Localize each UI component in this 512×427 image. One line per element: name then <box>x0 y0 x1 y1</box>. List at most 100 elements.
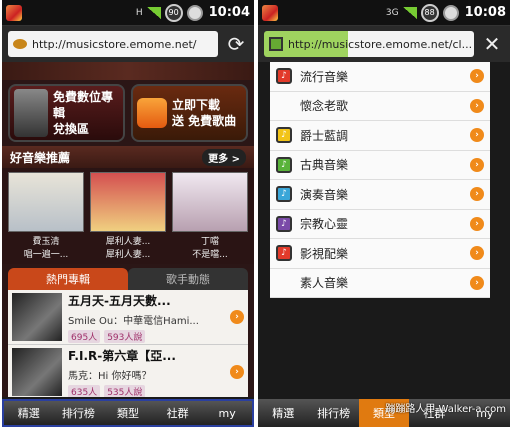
chevron-right-icon[interactable]: › <box>470 216 484 231</box>
genre-music-icon: ♪ <box>276 186 292 203</box>
app-notification-icon <box>6 4 22 21</box>
genre-label: 懷念老歌 <box>300 99 349 114</box>
album-cover <box>8 172 84 232</box>
nav-charts[interactable]: 排行榜 <box>54 405 104 421</box>
genre-item[interactable]: ♪ 古典音樂 › <box>270 151 490 180</box>
recommend-item[interactable]: 犀利人妻... 犀利人妻... <box>90 172 166 260</box>
recommend-desc: 唱一遍一... <box>23 250 69 260</box>
url-bar: http://musicstore.emome.net/cl... ✕ <box>258 26 510 62</box>
tab-artist-news[interactable]: 歌手動態 <box>128 268 248 290</box>
promo-free-album[interactable]: 免費數位專輯 兌換區 <box>8 84 125 142</box>
like-count: 593人說 <box>104 329 146 343</box>
promo-download[interactable]: 立即下載送 免費歌曲 <box>131 84 248 142</box>
genre-label: 演奏音樂 <box>300 187 349 202</box>
signal-icon <box>402 6 417 19</box>
app-notification-icon <box>262 4 278 21</box>
list-item[interactable]: F.I.R-第六章【亞... 馬克：Hi 你好嗎？ 635人 535人說 › <box>8 345 248 397</box>
album-title: 五月天-五月天數... <box>68 293 171 308</box>
genre-item[interactable]: ♪ 流行音樂 › <box>270 62 490 92</box>
genre-list: ♪ 流行音樂 › 懷念老歌 › ♪ 爵士藍調 › ♪ 古典音樂 › ♪ 演奏音樂 › ♪ 宗教心靈 › ♪ 影視配樂… <box>270 62 490 298</box>
refresh-icon[interactable]: ⟳ <box>224 32 248 56</box>
nav-community[interactable]: 社群 <box>153 405 203 421</box>
battery-icon: 90 <box>164 3 183 22</box>
chevron-right-icon[interactable]: › <box>470 246 484 261</box>
album-cover <box>12 293 62 341</box>
album-cover <box>12 348 62 396</box>
alarm-icon <box>442 4 459 21</box>
alarm-icon <box>186 4 203 21</box>
genre-item[interactable]: 素人音樂 › <box>270 269 490 298</box>
more-button[interactable]: 更多 > <box>202 148 246 166</box>
promo-line2: 送 免費歌曲 <box>172 114 237 128</box>
genre-item[interactable]: ♪ 演奏音樂 › <box>270 180 490 210</box>
genre-blank-icon <box>276 98 292 114</box>
right-phone-screen: 3G 88 10:08 http://musicstore.emome.net/… <box>258 0 510 427</box>
chevron-right-icon[interactable]: › <box>470 275 484 290</box>
album-tabs: 熱門專輯 歌手動態 <box>8 268 248 290</box>
clock: 10:08 <box>464 5 506 20</box>
genre-label: 影視配樂 <box>300 246 349 261</box>
nav-featured[interactable]: 精選 <box>258 405 308 421</box>
top-banner <box>2 62 254 80</box>
left-phone-screen: H 90 10:04 http://musicstore.emome.net/ … <box>2 0 254 427</box>
genre-item[interactable]: ♪ 影視配樂 › <box>270 239 490 269</box>
recommend-artist: 犀利人妻... <box>105 237 151 247</box>
chevron-right-icon[interactable]: › <box>470 187 484 202</box>
recommend-desc: 不是噹... <box>192 250 228 260</box>
chevron-right-icon[interactable]: › <box>470 128 484 143</box>
chevron-right-icon[interactable]: › <box>230 365 244 379</box>
recommend-item[interactable]: 費玉清 唱一遍一... <box>8 172 84 260</box>
genre-label: 宗教心靈 <box>300 217 349 232</box>
genre-music-icon: ♪ <box>276 68 292 85</box>
genre-music-icon: ♪ <box>276 215 292 232</box>
album-cover <box>172 172 248 232</box>
nav-charts[interactable]: 排行榜 <box>308 405 358 421</box>
album-title: F.I.R-第六章【亞... <box>68 348 176 363</box>
chevron-right-icon[interactable]: › <box>470 98 484 113</box>
phone-image-icon <box>14 89 48 137</box>
site-favicon-icon <box>269 37 283 51</box>
like-count: 535人說 <box>104 384 146 397</box>
genre-item[interactable]: ♪ 宗教心靈 › <box>270 210 490 239</box>
close-icon[interactable]: ✕ <box>480 32 504 56</box>
tab-hot-albums[interactable]: 熱門專輯 <box>8 268 128 290</box>
address-field[interactable]: http://musicstore.emome.net/ <box>8 31 218 57</box>
url-text: http://musicstore.emome.net/ <box>32 37 197 51</box>
album-list: 五月天-五月天數... Smile Ou：中華電信Hami... 695人 593… <box>8 290 248 397</box>
status-bar: H 90 10:04 <box>2 0 254 26</box>
chevron-right-icon[interactable]: › <box>470 157 484 172</box>
nav-featured[interactable]: 精選 <box>4 405 54 421</box>
web-page: ♪ 流行音樂 › 懷念老歌 › ♪ 爵士藍調 › ♪ 古典音樂 › ♪ 演奏音樂 › ♪ 宗教心靈 › ♪ 影視配樂… <box>258 62 510 399</box>
list-item[interactable]: 五月天-五月天數... Smile Ou：中華電信Hami... 695人 593… <box>8 290 248 345</box>
battery-icon: 88 <box>420 3 439 22</box>
recommend-artist: 丁噹 <box>200 237 219 247</box>
network-type: H <box>135 7 143 18</box>
signal-icon <box>146 6 161 19</box>
promo-row: 免費數位專輯 兌換區 立即下載送 免費歌曲 <box>2 80 254 146</box>
genre-label: 古典音樂 <box>300 158 349 173</box>
url-text: http://musicstore.emome.net/cl... <box>288 37 473 51</box>
album-comment: Smile Ou：中華電信Hami... <box>68 315 199 327</box>
network-type: 3G <box>385 7 399 18</box>
genre-blank-icon <box>276 275 292 291</box>
site-favicon-icon <box>13 39 27 49</box>
album-comment: 馬克：Hi 你好嗎？ <box>68 370 152 382</box>
recommend-item[interactable]: 丁噹 不是噹... <box>172 172 248 260</box>
status-bar: 3G 88 10:08 <box>258 0 510 26</box>
genre-music-icon: ♪ <box>276 127 292 144</box>
promo-line1: 立即下載 <box>172 98 221 112</box>
listener-count: 635人 <box>68 384 101 397</box>
music-note-icon <box>137 98 167 128</box>
recommend-desc: 犀利人妻... <box>105 250 151 260</box>
genre-item[interactable]: ♪ 爵士藍調 › <box>270 121 490 151</box>
nav-my[interactable]: my <box>202 407 252 420</box>
nav-genres[interactable]: 類型 <box>103 405 153 421</box>
genre-item[interactable]: 懷念老歌 › <box>270 92 490 121</box>
chevron-right-icon[interactable]: › <box>230 310 244 324</box>
address-field[interactable]: http://musicstore.emome.net/cl... <box>264 31 474 57</box>
chevron-right-icon[interactable]: › <box>470 69 484 84</box>
recommend-title: 好音樂推薦 <box>10 150 71 165</box>
web-page: 免費數位專輯 兌換區 立即下載送 免費歌曲 好音樂推薦 更多 > 費玉清 唱一遍一… <box>2 62 254 397</box>
recommend-header: 好音樂推薦 更多 > <box>2 146 254 168</box>
album-cover <box>90 172 166 232</box>
